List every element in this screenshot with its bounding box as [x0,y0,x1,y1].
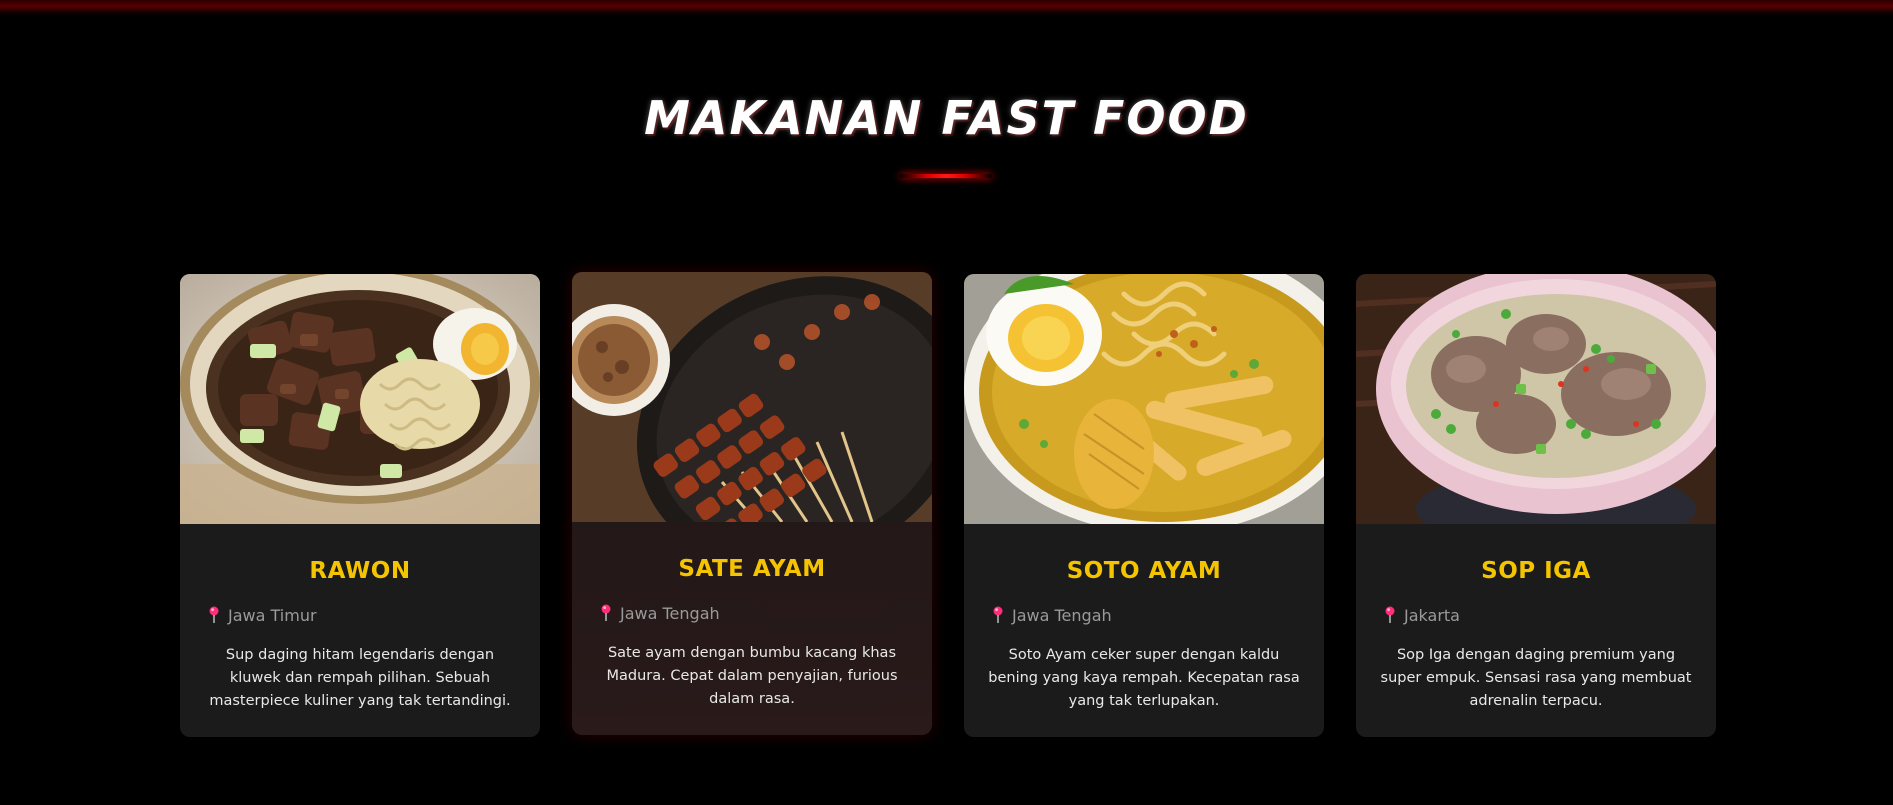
food-image-sate-ayam [572,272,932,522]
food-card-sop-iga[interactable]: SOP IGA Jakarta Sop Iga dengan daging pr… [1356,274,1716,737]
map-pin-icon [1384,606,1396,624]
food-image-rawon [180,274,540,524]
map-pin-icon [992,606,1004,624]
food-location: Jawa Tengah [600,602,720,624]
location-text: Jawa Tengah [620,603,720,623]
location-text: Jawa Timur [228,605,317,625]
map-pin-icon [600,604,612,622]
food-description: Sup daging hitam legendaris dengan kluwe… [209,647,511,709]
food-card-sate-ayam[interactable]: SATE AYAM Jawa Tengah Sate ayam dengan b… [572,272,932,735]
food-image-soto-ayam [964,274,1324,524]
food-description: Sate ayam dengan bumbu kacang khas Madur… [606,645,898,707]
food-description: Soto Ayam ceker super dengan kaldu benin… [988,647,1300,709]
food-name: SOP IGA [1481,558,1591,584]
map-pin-icon [208,606,220,624]
food-description: Sop Iga dengan daging premium yang super… [1380,647,1692,709]
section-title: MAKANAN FAST FOOD [644,91,1249,145]
food-card-rawon[interactable]: RAWON Jawa Timur Sup daging hitam legend… [180,274,540,737]
title-underline [900,174,992,178]
food-name: RAWON [309,558,411,584]
food-image-sop-iga [1356,274,1716,524]
location-text: Jawa Tengah [1012,605,1112,625]
fast-food-section: MAKANAN FAST FOOD RAWON Jawa Timur Sup d… [0,0,1893,805]
location-text: Jakarta [1404,605,1460,625]
food-location: Jawa Timur [208,604,317,626]
food-location: Jakarta [1384,604,1460,626]
food-name: SOTO AYAM [1066,558,1222,584]
top-red-glow-bar [0,0,1893,16]
food-name: SATE AYAM [678,556,826,582]
food-card-soto-ayam[interactable]: SOTO AYAM Jawa Tengah Soto Ayam ceker su… [964,274,1324,737]
food-location: Jawa Tengah [992,604,1112,626]
